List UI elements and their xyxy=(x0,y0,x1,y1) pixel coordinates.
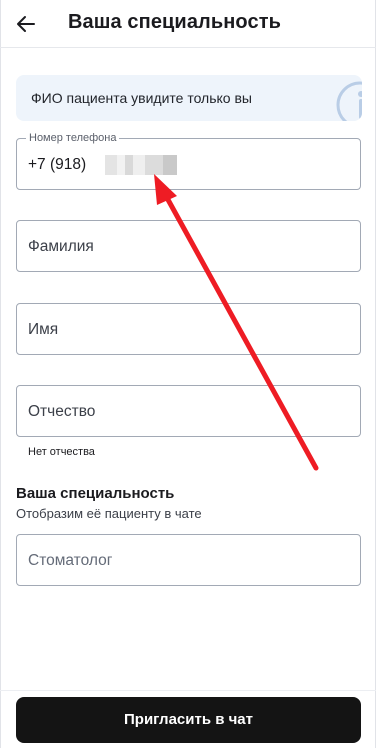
last-name-field[interactable]: Фамилия xyxy=(16,220,361,272)
top-app-bar: Ваша специальность xyxy=(0,0,376,48)
phone-field-label: Номер телефона xyxy=(26,131,120,145)
last-name-placeholder: Фамилия xyxy=(28,238,94,255)
info-icon xyxy=(336,81,362,121)
specialty-field[interactable]: Стоматолог xyxy=(16,534,361,586)
specialty-section-subtitle: Отобразим её пациенту в чате xyxy=(16,506,202,521)
first-name-placeholder: Имя xyxy=(28,321,59,338)
redacted-phone-digits xyxy=(105,155,177,175)
specialty-section-title: Ваша специальность xyxy=(16,485,175,502)
invite-to-chat-button[interactable]: Пригласить в чат xyxy=(16,697,361,743)
no-patronymic-link[interactable]: Нет отчества xyxy=(28,446,95,458)
first-name-field[interactable]: Имя xyxy=(16,303,361,355)
phone-field[interactable]: Номер телефона +7 (918) xyxy=(16,131,361,190)
arrow-left-icon xyxy=(17,16,35,32)
page-title: Ваша специальность xyxy=(68,11,282,33)
patronymic-field[interactable]: Отчество xyxy=(16,385,361,437)
info-banner-text: ФИО пациента увидите только вы xyxy=(31,90,252,106)
privacy-info-banner: ФИО пациента увидите только вы xyxy=(16,75,362,121)
phone-field-value: +7 (918) xyxy=(28,156,87,173)
specialty-value: Стоматолог xyxy=(28,552,113,569)
patronymic-placeholder: Отчество xyxy=(28,403,96,420)
back-button[interactable] xyxy=(10,8,42,40)
